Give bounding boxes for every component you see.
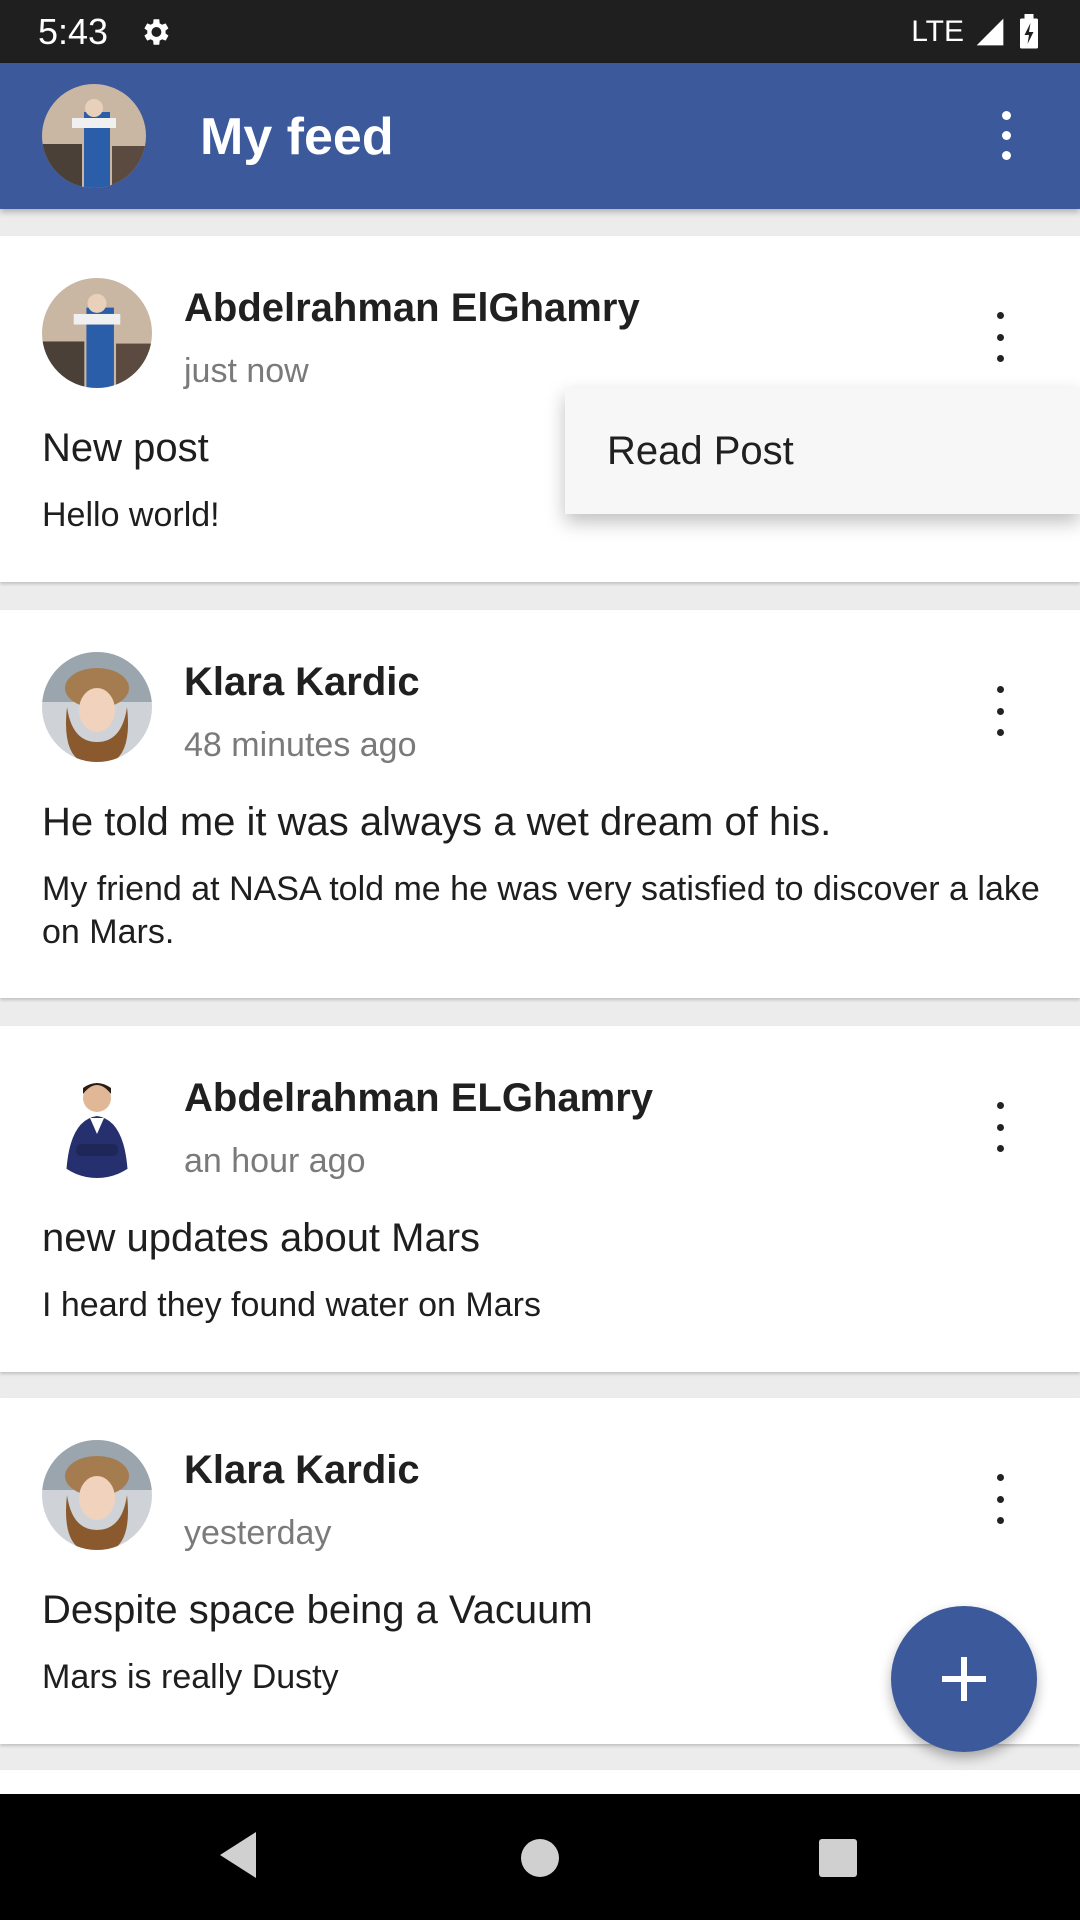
author-avatar[interactable] — [42, 1068, 152, 1178]
menu-item-read-post[interactable]: Read Post — [607, 429, 794, 474]
post-more-icon[interactable] — [980, 686, 1020, 736]
post-body: I heard they found water on Mars — [42, 1286, 541, 1324]
recents-icon[interactable] — [816, 1836, 860, 1880]
post-time: yesterday — [184, 1514, 332, 1552]
more-vertical-icon[interactable] — [986, 105, 1026, 165]
post-title: He told me it was always a wet dream of … — [42, 800, 832, 844]
post-more-icon[interactable] — [980, 1474, 1020, 1524]
post-options-menu: Read Post — [565, 388, 1080, 514]
page-title: My feed — [200, 108, 394, 166]
gear-icon — [144, 18, 169, 45]
network-label: LTE — [911, 14, 964, 48]
author-avatar[interactable] — [42, 1440, 152, 1550]
back-icon[interactable] — [216, 1830, 260, 1880]
post-time: just now — [184, 352, 309, 390]
navigation-bar — [0, 1794, 1080, 1920]
post-body: My friend at NASA told me he was very sa… — [42, 870, 1040, 951]
post-time: an hour ago — [184, 1142, 366, 1180]
post-author: Abdelrahman ElGhamry — [184, 286, 640, 330]
post-title: New post — [42, 426, 209, 470]
post-title: new updates about Mars — [42, 1216, 481, 1260]
post-author: Klara Kardic — [184, 660, 420, 704]
author-avatar[interactable] — [42, 652, 152, 762]
status-time: 5:43 — [38, 10, 109, 52]
post-more-icon[interactable] — [980, 312, 1020, 362]
post-title: Despite space being a Vacuum — [42, 1588, 593, 1632]
profile-avatar[interactable] — [42, 84, 146, 188]
battery-charging-icon — [1020, 13, 1038, 48]
post-author: Klara Kardic — [184, 1448, 420, 1492]
post-author: Abdelrahman ELGhamry — [184, 1076, 654, 1120]
post-time: 48 minutes ago — [184, 726, 417, 764]
status-bar: 5:43 LTE — [0, 0, 1080, 63]
plus-icon — [942, 1657, 986, 1701]
app-bar: My feed — [0, 63, 1080, 209]
post-more-icon[interactable] — [980, 1102, 1020, 1152]
add-post-button[interactable] — [891, 1606, 1037, 1752]
author-avatar[interactable] — [42, 278, 152, 388]
signal-icon — [976, 18, 1004, 45]
home-icon[interactable] — [518, 1836, 562, 1880]
post-card[interactable]: Klara Kardic 48 minutes ago He told me i… — [0, 610, 1080, 998]
post-card[interactable]: Abdelrahman ELGhamry an hour ago new upd… — [0, 1026, 1080, 1372]
